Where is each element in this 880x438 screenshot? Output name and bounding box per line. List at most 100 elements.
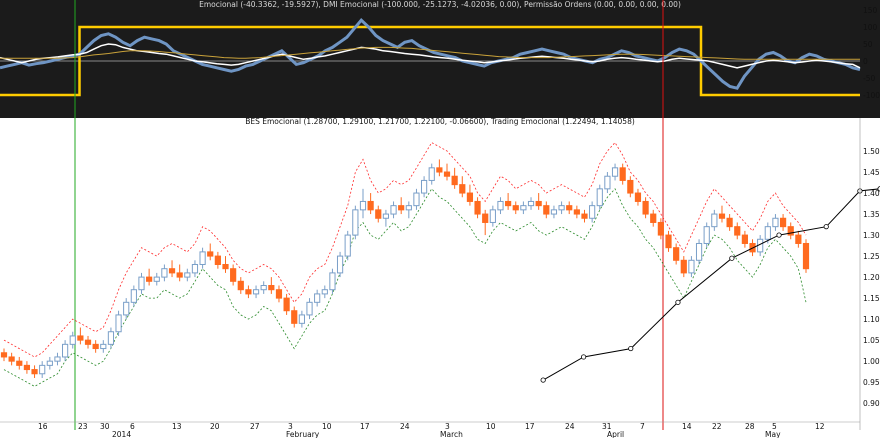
candle-body xyxy=(451,175,458,186)
x-tick-label: 17 xyxy=(360,422,370,431)
candle-body xyxy=(443,171,451,177)
candle-body xyxy=(497,200,504,211)
price-y-tick-label: 1.20 xyxy=(863,273,880,282)
x-tick-label: 30 xyxy=(100,422,110,431)
candle-body xyxy=(184,272,191,278)
candle-body xyxy=(734,226,741,236)
x-tick-label: 7 xyxy=(640,422,645,431)
candle-body xyxy=(23,364,31,371)
candle-body xyxy=(31,369,38,375)
candle-body xyxy=(230,268,237,282)
candle-body xyxy=(260,285,267,291)
price-panel-title: BES Emocional (1.28700, 1.29100, 1.21700… xyxy=(245,117,635,126)
candle-body xyxy=(680,259,687,274)
candle-body xyxy=(176,272,183,278)
candle-body xyxy=(726,217,733,228)
candle-body xyxy=(764,226,771,240)
x-tick-label: 14 xyxy=(682,422,692,431)
price-circle-point xyxy=(729,255,735,261)
price-circle-point xyxy=(675,299,681,305)
candle-body xyxy=(802,242,810,270)
candle-body xyxy=(703,226,710,244)
candle-body xyxy=(466,192,474,202)
candle-body xyxy=(520,205,527,211)
price-circle-point xyxy=(776,232,782,238)
x-tick-label: 17 xyxy=(525,422,535,431)
candle-body xyxy=(634,192,642,202)
x-month-label: May xyxy=(765,430,781,438)
price-y-tick-label: 1.15 xyxy=(863,294,880,303)
candle-body xyxy=(382,213,390,219)
candle-body xyxy=(673,247,680,261)
candle-body xyxy=(505,200,512,207)
candle-body xyxy=(405,205,412,211)
candle-body xyxy=(527,200,535,207)
price-circle-point xyxy=(628,345,634,352)
candle-body xyxy=(741,234,748,244)
candle-body xyxy=(146,276,153,282)
candle-body xyxy=(779,217,787,228)
price-y-tick-label: 1.30 xyxy=(863,231,880,240)
price-panel-background xyxy=(0,118,880,438)
price-y-tick-label: 1.00 xyxy=(863,357,880,366)
indicator-y-tick-label: -50 xyxy=(863,74,875,83)
candle-body xyxy=(222,263,229,270)
candle-body xyxy=(321,289,328,295)
candle-body xyxy=(306,301,313,316)
candle-body xyxy=(39,364,46,375)
candle-body xyxy=(711,213,718,228)
candle-body xyxy=(92,343,99,350)
candle-body xyxy=(245,289,252,295)
candle-body xyxy=(62,343,69,358)
indicator-y-tick-label: 50 xyxy=(863,40,873,49)
price-y-tick-label: 1.10 xyxy=(863,315,880,324)
price-y-tick-label: 1.35 xyxy=(863,210,880,219)
candle-body xyxy=(795,234,802,244)
candle-body xyxy=(16,360,23,366)
candle-body xyxy=(275,289,283,299)
candle-body xyxy=(611,167,619,177)
candle-body xyxy=(512,205,519,211)
price-y-tick-label: 0.95 xyxy=(863,378,880,387)
indicator-y-tick-label: 0 xyxy=(863,57,868,66)
indicator-y-tick-label: 150 xyxy=(863,6,878,15)
x-tick-label: 20 xyxy=(210,422,220,431)
price-circle-point xyxy=(540,377,546,383)
candle-body xyxy=(352,209,359,236)
x-tick-label: 23 xyxy=(78,422,88,431)
indicator-y-tick-label: 100 xyxy=(863,23,878,32)
x-tick-label: 24 xyxy=(400,422,410,431)
candle-body xyxy=(420,179,428,194)
candle-body xyxy=(482,213,489,223)
candle-body xyxy=(573,209,580,215)
x-month-label: February xyxy=(286,430,320,438)
candle-body xyxy=(535,200,542,207)
candle-body xyxy=(581,213,588,219)
price-y-tick-label: 1.50 xyxy=(863,147,880,156)
indicator-y-tick-label: -100 xyxy=(863,91,880,100)
candle-body xyxy=(390,205,397,215)
candle-body xyxy=(558,205,565,211)
candle-body xyxy=(153,276,160,282)
candle-body xyxy=(695,242,703,261)
x-tick-label: 13 xyxy=(172,422,182,431)
candle-body xyxy=(237,280,244,291)
candle-body xyxy=(199,251,206,265)
candle-body xyxy=(84,339,92,345)
candle-body xyxy=(627,179,634,194)
price-circle-point xyxy=(823,224,829,230)
candle-body xyxy=(115,314,122,333)
candle-body xyxy=(329,272,336,291)
candle-body xyxy=(77,335,84,341)
candle-body xyxy=(718,213,726,219)
candle-body xyxy=(604,175,611,190)
candle-body xyxy=(138,276,145,291)
chart-stage: Emocional (-40.3362, -19.5927), DMI Emoc… xyxy=(0,0,880,438)
candle-body xyxy=(314,293,321,303)
x-tick-label: 22 xyxy=(712,422,722,431)
x-tick-label: 27 xyxy=(250,422,260,431)
candle-body xyxy=(596,188,603,207)
indicator-panel-title: Emocional (-40.3362, -19.5927), DMI Emoc… xyxy=(199,0,681,9)
price-y-tick-label: 1.40 xyxy=(863,189,880,198)
candle-body xyxy=(214,255,221,265)
